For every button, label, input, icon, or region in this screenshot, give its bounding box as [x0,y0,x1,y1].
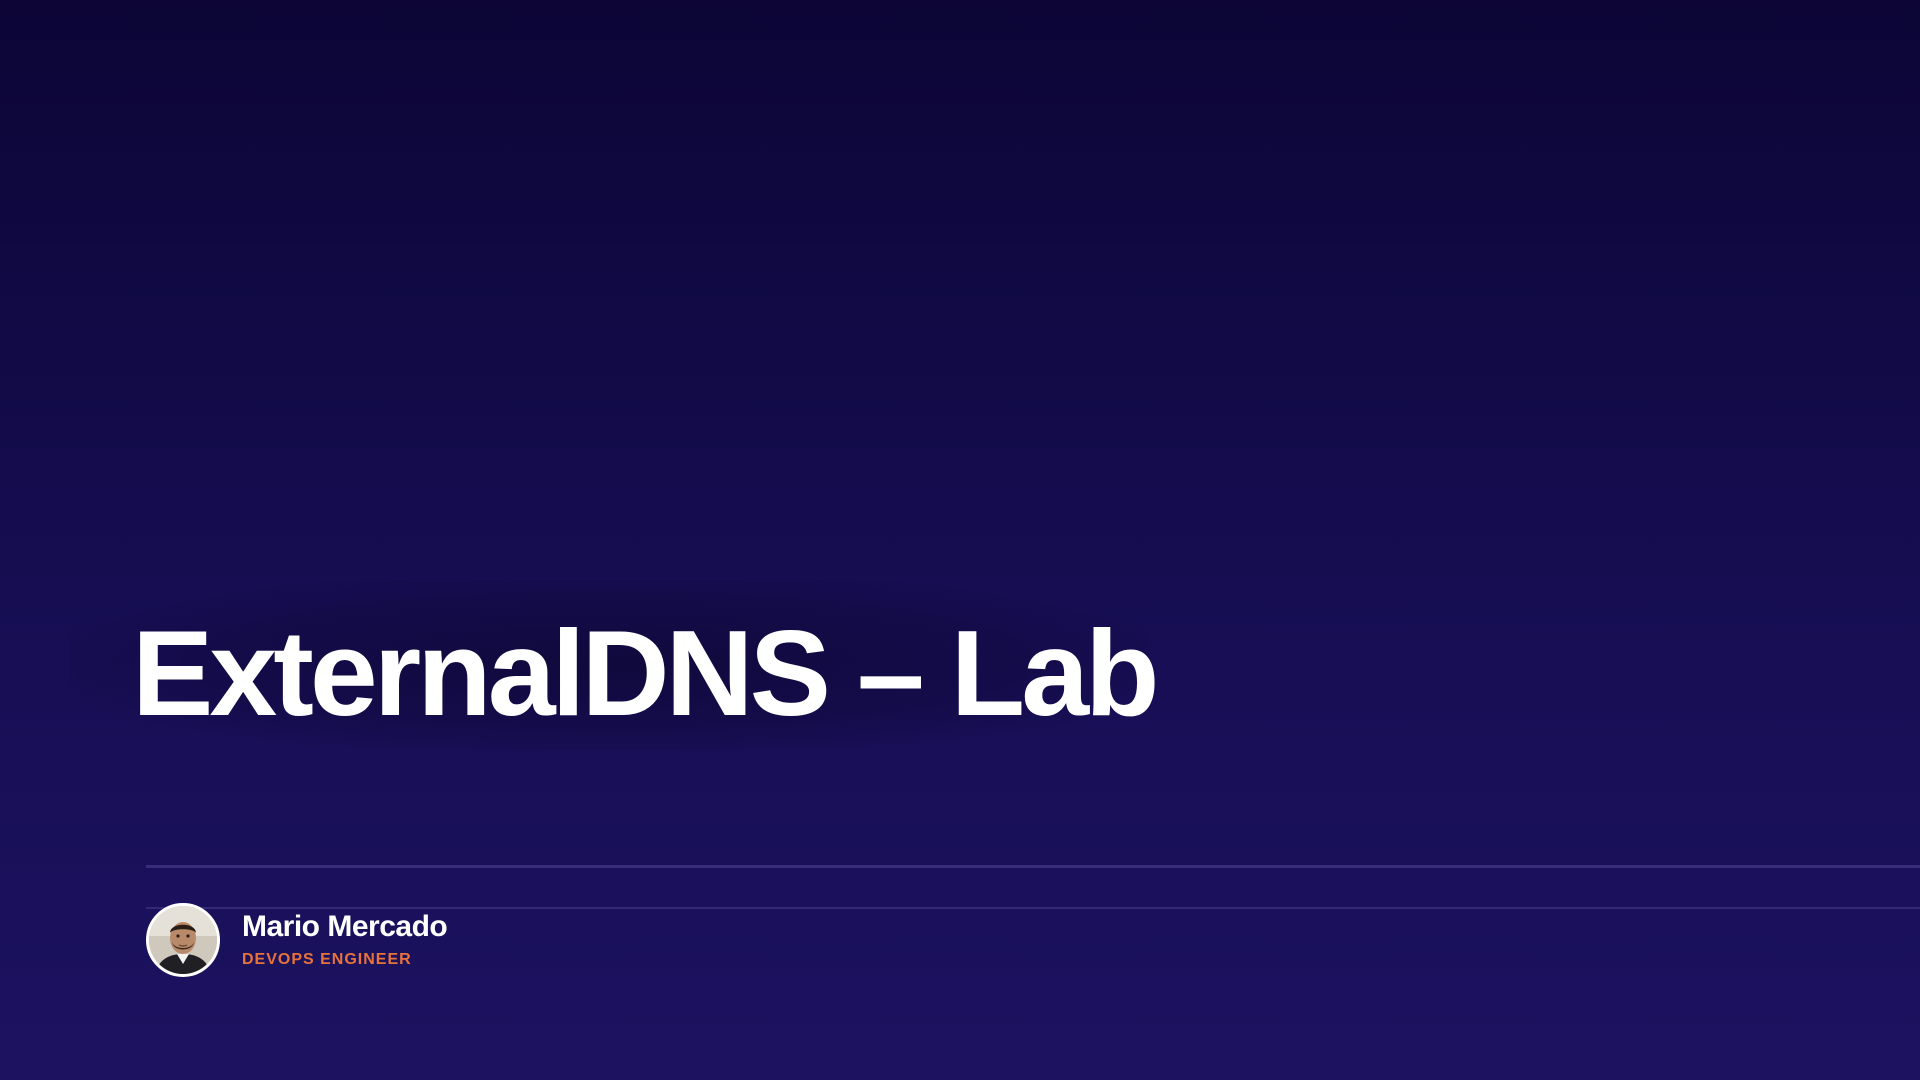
slide-title: ExternalDNS – Lab [132,605,1160,741]
divider-line [146,865,1920,868]
presenter-info: Mario Mercado DEVOPS ENGINEER [242,910,448,970]
presenter-name: Mario Mercado [242,910,448,943]
presenter-role: DEVOPS ENGINEER [242,951,412,968]
person-photo-icon [149,906,217,974]
avatar [146,903,220,977]
presentation-slide: ExternalDNS – Lab Mario Mercado DEVOPS E… [0,0,1920,1080]
presenter-card: Mario Mercado DEVOPS ENGINEER [146,903,448,977]
